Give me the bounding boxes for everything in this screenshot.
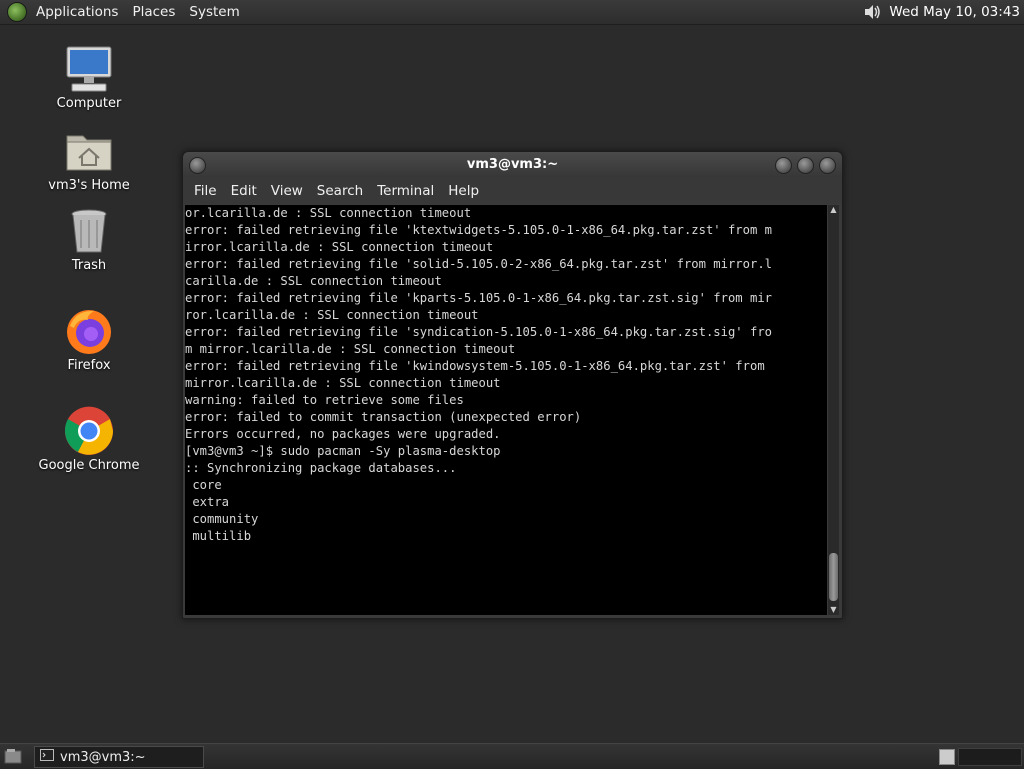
- firefox-icon: [64, 306, 114, 356]
- bottom-panel: vm3@vm3:~: [0, 743, 1024, 769]
- menu-search[interactable]: Search: [310, 183, 370, 199]
- terminal-lines: or.lcarilla.de : SSL connection timeout e…: [185, 205, 827, 545]
- terminal-line: warning: failed to retrieve some files: [185, 393, 464, 407]
- desktop-icon-chrome[interactable]: Google Chrome: [34, 406, 144, 473]
- terminal-output[interactable]: or.lcarilla.de : SSL connection timeout e…: [185, 205, 827, 615]
- menu-applications[interactable]: Applications: [29, 0, 125, 24]
- terminal-menubar: File Edit View Search Terminal Help: [183, 177, 842, 204]
- terminal-line: error: failed retrieving file 'syndicati…: [185, 325, 772, 339]
- terminal-line: carilla.de : SSL connection timeout: [185, 274, 442, 288]
- desktop-icon-label: Trash: [71, 258, 107, 273]
- terminal-scrollbar[interactable]: ▲ ▼: [828, 205, 839, 615]
- terminal-line: error: failed to commit transaction (une…: [185, 410, 582, 424]
- terminal-line: community: [185, 512, 259, 526]
- desktop-icon-trash[interactable]: Trash: [34, 206, 144, 273]
- terminal-line: multilib: [185, 529, 252, 543]
- desktop-icon-label: Computer: [56, 96, 122, 111]
- taskbar-item-terminal[interactable]: vm3@vm3:~: [34, 746, 204, 768]
- menu-edit[interactable]: Edit: [224, 183, 264, 199]
- trash-icon: [64, 206, 114, 256]
- terminal-window[interactable]: vm3@vm3:~ File Edit View Search Terminal…: [182, 151, 843, 619]
- gnome-foot-icon[interactable]: [7, 2, 27, 22]
- desktop-icon-label: Firefox: [67, 358, 111, 373]
- home-folder-icon: [64, 126, 114, 176]
- menu-places[interactable]: Places: [125, 0, 182, 24]
- show-desktop-icon[interactable]: [4, 748, 22, 764]
- menu-file[interactable]: File: [187, 183, 224, 199]
- menu-terminal[interactable]: Terminal: [370, 183, 441, 199]
- terminal-line: Errors occurred, no packages were upgrad…: [185, 427, 501, 441]
- terminal-line: error: failed retrieving file 'solid-5.1…: [185, 257, 772, 271]
- terminal-line: error: failed retrieving file 'kwindowsy…: [185, 359, 772, 373]
- maximize-icon[interactable]: [797, 157, 814, 174]
- desktop-icon-label: vm3's Home: [48, 178, 130, 193]
- chrome-icon: [64, 406, 114, 456]
- menu-help[interactable]: Help: [441, 183, 486, 199]
- terminal-icon: [40, 749, 54, 765]
- terminal-line: ror.lcarilla.de : SSL connection timeout: [185, 308, 479, 322]
- terminal-line: core: [185, 478, 222, 492]
- window-titlebar[interactable]: vm3@vm3:~: [183, 152, 842, 177]
- terminal-line: extra: [185, 495, 230, 509]
- terminal-line: :: Synchronizing package databases...: [185, 461, 457, 475]
- terminal-line: or.lcarilla.de : SSL connection timeout: [185, 206, 472, 220]
- workspace-switcher[interactable]: [958, 748, 1022, 766]
- workspace-1[interactable]: [939, 749, 955, 765]
- window-title: vm3@vm3:~: [466, 157, 559, 172]
- desktop-icon-label: Google Chrome: [38, 458, 140, 473]
- computer-icon: [64, 44, 114, 94]
- desktop-icon-computer[interactable]: Computer: [34, 44, 144, 111]
- close-icon[interactable]: [819, 157, 836, 174]
- menu-view[interactable]: View: [264, 183, 310, 199]
- terminal-line: [vm3@vm3 ~]$ sudo pacman -Sy plasma-desk…: [185, 444, 501, 458]
- clock[interactable]: Wed May 10, 03:43: [883, 4, 1024, 20]
- volume-icon[interactable]: [861, 1, 883, 23]
- desktop-icon-home[interactable]: vm3's Home: [34, 126, 144, 193]
- scrollbar-thumb[interactable]: [829, 553, 838, 601]
- menu-system[interactable]: System: [182, 0, 246, 24]
- scroll-up-icon[interactable]: ▲: [828, 205, 839, 215]
- taskbar-item-label: vm3@vm3:~: [60, 749, 146, 765]
- terminal-line: m mirror.lcarilla.de : SSL connection ti…: [185, 342, 516, 356]
- desktop-icon-firefox[interactable]: Firefox: [34, 306, 144, 373]
- terminal-line: error: failed retrieving file 'kparts-5.…: [185, 291, 772, 305]
- terminal-line: irror.lcarilla.de : SSL connection timeo…: [185, 240, 494, 254]
- scroll-down-icon[interactable]: ▼: [828, 605, 839, 615]
- terminal-line: mirror.lcarilla.de : SSL connection time…: [185, 376, 501, 390]
- top-panel: Applications Places System Wed May 10, 0…: [0, 0, 1024, 25]
- terminal-line: error: failed retrieving file 'ktextwidg…: [185, 223, 772, 237]
- minimize-icon[interactable]: [775, 157, 792, 174]
